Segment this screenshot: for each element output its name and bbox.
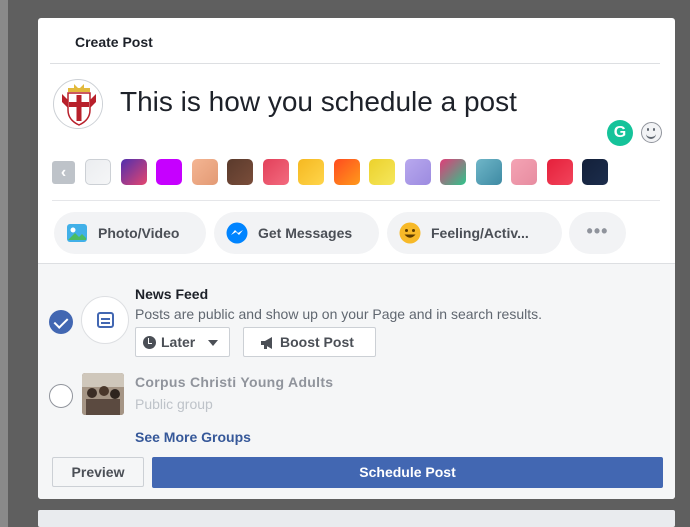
background-swatch-red-pink[interactable]	[263, 159, 289, 185]
emoji-picker-icon[interactable]	[641, 122, 662, 143]
dialog-header: Create Post	[38, 18, 675, 64]
megaphone-icon	[261, 337, 272, 349]
audience-selector: News Feed Posts are public and show up o…	[38, 263, 675, 499]
background-swatch-teal[interactable]	[476, 159, 502, 185]
background-swatch-peach[interactable]	[192, 159, 218, 185]
header-divider	[50, 63, 660, 64]
background-prev-arrow[interactable]: ‹	[52, 161, 75, 184]
create-post-dialog: Create Post This is how you schedule a p…	[38, 18, 675, 499]
group-photo-image	[82, 373, 124, 415]
dialog-title: Create Post	[75, 34, 153, 50]
messenger-icon	[226, 222, 248, 244]
background-swatch-magenta[interactable]	[156, 159, 182, 185]
background-swatch-lavender[interactable]	[405, 159, 431, 185]
grammarly-icon[interactable]: G	[607, 120, 633, 146]
photo-video-button[interactable]: Photo/Video	[54, 212, 206, 254]
group-name: Corpus Christi Young Adults	[135, 374, 334, 390]
feeling-activity-label: Feeling/Activ...	[431, 225, 529, 241]
caret-down-icon	[208, 340, 218, 346]
news-feed-badge	[81, 296, 129, 344]
news-feed-checkbox[interactable]	[49, 310, 73, 334]
page-avatar	[53, 79, 103, 129]
boost-post-label: Boost Post	[280, 334, 354, 350]
background-swatch-red-hearts[interactable]	[547, 159, 573, 185]
schedule-later-label: Later	[161, 334, 196, 350]
get-messages-button[interactable]: Get Messages	[214, 212, 379, 254]
background-swatch-brown[interactable]	[227, 159, 253, 185]
background-swatch-plain-white[interactable]	[85, 159, 111, 185]
composer-divider	[52, 200, 660, 201]
group-privacy: Public group	[135, 396, 213, 412]
background-swatch-orange-red[interactable]	[334, 159, 360, 185]
more-actions-button[interactable]: •••	[569, 212, 626, 254]
diocese-crest-icon	[55, 81, 102, 128]
news-feed-icon	[97, 312, 114, 328]
get-messages-label: Get Messages	[258, 225, 353, 241]
background-picker: ‹	[52, 159, 622, 187]
background-swatch-yellow-orange[interactable]	[298, 159, 324, 185]
background-swatch-yellow[interactable]	[369, 159, 395, 185]
see-more-groups-link[interactable]: See More Groups	[135, 429, 251, 445]
news-feed-title: News Feed	[135, 286, 209, 302]
clock-icon	[143, 336, 156, 349]
schedule-post-button[interactable]: Schedule Post	[152, 457, 663, 488]
background-swatch-pink-green[interactable]	[440, 159, 466, 185]
smiley-face-icon	[399, 222, 421, 244]
preview-button[interactable]: Preview	[52, 457, 144, 487]
news-feed-description: Posts are public and show up on your Pag…	[135, 306, 543, 322]
photo-icon	[67, 224, 87, 242]
schedule-later-dropdown[interactable]: Later	[135, 327, 230, 357]
feeling-activity-button[interactable]: Feeling/Activ...	[387, 212, 562, 254]
boost-post-button[interactable]: Boost Post	[243, 327, 376, 357]
background-swatch-navy[interactable]	[582, 159, 608, 185]
group-checkbox[interactable]	[49, 384, 73, 408]
background-swatch-light-pink[interactable]	[511, 159, 537, 185]
background-swatch-purple-blue[interactable]	[121, 159, 147, 185]
photo-video-label: Photo/Video	[98, 225, 180, 241]
group-photo	[82, 373, 124, 415]
next-post-card-edge	[38, 510, 675, 527]
page-backdrop	[0, 0, 8, 527]
post-composer-input[interactable]: This is how you schedule a post	[120, 86, 517, 118]
